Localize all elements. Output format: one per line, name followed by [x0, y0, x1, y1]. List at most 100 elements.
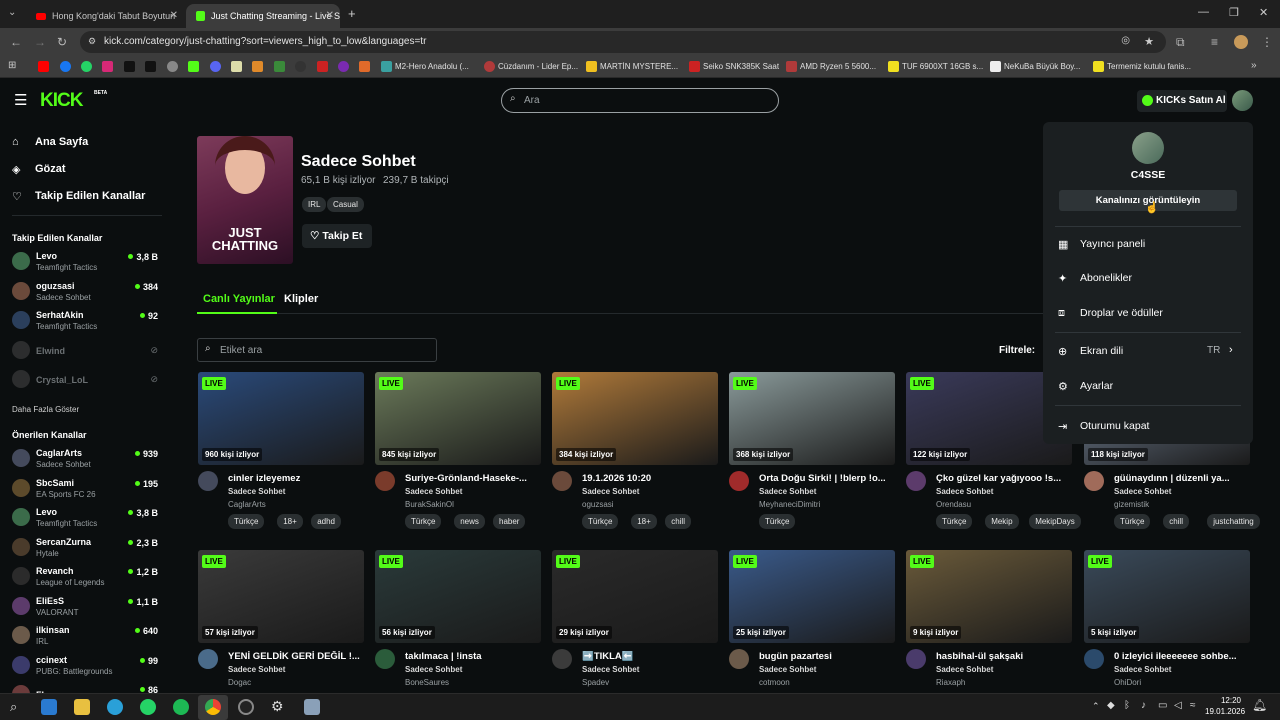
menu-item-drops[interactable]: Droplar ve ödüller: [1080, 307, 1163, 319]
sidebar-channel-row[interactable]: SbcSami EA Sports FC 26 195: [0, 478, 170, 502]
microphone-icon[interactable]: ♪: [1141, 700, 1146, 711]
stream-username[interactable]: Dogac: [228, 678, 251, 687]
bookmark-link[interactable]: Termemiz kutulu fanis...: [1107, 62, 1191, 71]
tab-search-icon[interactable]: ⌄: [8, 7, 16, 18]
back-icon[interactable]: ←: [10, 35, 22, 49]
stream-tag[interactable]: chill: [1163, 514, 1189, 529]
stream-category[interactable]: Sadece Sohbet: [1114, 487, 1171, 496]
extensions-icon[interactable]: ⧉: [1176, 35, 1185, 50]
stream-title[interactable]: Suriye-Grönland-Haseke-...: [405, 473, 545, 484]
user-avatar[interactable]: [1232, 90, 1253, 111]
stream-tag[interactable]: Türkçe: [936, 514, 973, 529]
close-icon[interactable]: ✕: [326, 10, 334, 21]
stream-tag[interactable]: adhd: [311, 514, 341, 529]
stream-thumbnail[interactable]: LIVE 960 kişi izliyor: [198, 372, 364, 465]
streamer-avatar[interactable]: [552, 471, 572, 491]
stream-thumbnail[interactable]: LIVE 384 kişi izliyor: [552, 372, 718, 465]
profile-avatar[interactable]: [1234, 35, 1248, 49]
stream-tag[interactable]: Türkçe: [582, 514, 619, 529]
address-bar[interactable]: ⚙ kick.com/category/just-chatting?sort=v…: [80, 31, 1166, 53]
clock-time[interactable]: 12:20: [1205, 696, 1241, 705]
stream-thumbnail[interactable]: LIVE 845 kişi izliyor: [375, 372, 541, 465]
bookmark-icon[interactable]: [1093, 61, 1104, 72]
sidebar-channel-row[interactable]: Crystal_LoL ⊘: [0, 369, 170, 393]
bookmark-icon[interactable]: [990, 61, 1001, 72]
stream-card[interactable]: LIVE 9 kişi izliyor hasbihal-ül şakşaki Sad…: [906, 550, 1072, 700]
stream-title[interactable]: bugün pazartesi: [759, 651, 899, 662]
menu-item-logout[interactable]: Oturumu kapat: [1080, 420, 1149, 432]
close-icon[interactable]: ✕: [170, 10, 178, 21]
streamer-avatar[interactable]: [1084, 471, 1104, 491]
bookmark-link[interactable]: M2-Hero Anadolu (...: [395, 62, 469, 71]
stream-card[interactable]: LIVE 960 kişi izliyor cinler izleyemez Sade…: [198, 372, 364, 529]
menu-kebab-icon[interactable]: ⋮: [1261, 35, 1273, 49]
stream-card[interactable]: LIVE 368 kişi izliyor Orta Doğu Sirki! | !…: [729, 372, 895, 529]
site-info-icon[interactable]: ⚙: [88, 36, 96, 47]
stream-tag[interactable]: haber: [493, 514, 526, 529]
follow-button[interactable]: ♡ Takip Et: [302, 224, 372, 248]
stream-username[interactable]: oguzsasi: [582, 500, 614, 509]
bookmark-link[interactable]: NeKuBa Büyük Boy...: [1004, 62, 1080, 71]
stream-tag[interactable]: Türkçe: [1114, 514, 1151, 529]
stream-username[interactable]: OhiDori: [1114, 678, 1141, 687]
stream-thumbnail[interactable]: LIVE 57 kişi izliyor: [198, 550, 364, 643]
stream-tag[interactable]: justchatting: [1207, 514, 1260, 529]
sidebar-channel-row[interactable]: ilkinsan IRL 640: [0, 625, 170, 649]
stream-tag[interactable]: Türkçe: [405, 514, 442, 529]
category-tag[interactable]: IRL: [302, 197, 327, 212]
stream-category[interactable]: Sadece Sohbet: [582, 665, 639, 674]
stream-title[interactable]: Çko güzel kar yağıyooo !s...: [936, 473, 1076, 484]
sidebar-channel-row[interactable]: Revanch League of Legends 1,2 B: [0, 566, 170, 590]
streamer-avatar[interactable]: [375, 649, 395, 669]
stream-username[interactable]: Spadev: [582, 678, 609, 687]
network-icon[interactable]: ▭: [1158, 700, 1167, 711]
eye-off-icon[interactable]: ◎: [1121, 35, 1130, 46]
sidebar-channel-row[interactable]: EliEsS VALORANT 1,1 B: [0, 596, 170, 620]
menu-item-display-language[interactable]: Ekran dili: [1080, 345, 1123, 357]
stream-title[interactable]: güünaydınn | düzenli ya...: [1114, 473, 1254, 484]
streamer-avatar[interactable]: [198, 649, 218, 669]
discord-icon[interactable]: [210, 61, 221, 72]
bookmark-link[interactable]: AMD Ryzen 5 5600...: [800, 62, 876, 71]
volume-icon[interactable]: ◁: [1174, 700, 1182, 711]
bookmark-icon[interactable]: [317, 61, 328, 72]
stream-card[interactable]: LIVE 57 kişi izliyor YENİ GELDİK GERİ DEĞİ…: [198, 550, 364, 700]
stream-title[interactable]: YENİ GELDİK GERİ DEĞİL !...: [228, 651, 368, 662]
buy-kicks-button[interactable]: KICKs Satın Al: [1137, 90, 1227, 112]
bookmark-icon[interactable]: [231, 61, 242, 72]
tab-kick[interactable]: Just Chatting Streaming - Live S ✕: [186, 4, 340, 28]
streamer-avatar[interactable]: [198, 471, 218, 491]
stream-category[interactable]: Sadece Sohbet: [582, 487, 639, 496]
show-more-link[interactable]: Daha Fazla Göster: [12, 405, 79, 414]
obs-icon[interactable]: [238, 699, 254, 715]
streamer-avatar[interactable]: [729, 649, 749, 669]
tiktok-icon[interactable]: [124, 61, 135, 72]
sidebar-channel-row[interactable]: CaglarArts Sadece Sohbet 939: [0, 448, 170, 472]
sidebar-channel-row[interactable]: SercanZurna Hytale 2,3 B: [0, 537, 170, 561]
stream-title[interactable]: ➡️TIKLA⬅️: [582, 651, 722, 662]
tab-youtube[interactable]: Hong Kong'daki Tabut Boyutun ✕: [26, 4, 184, 28]
stream-category[interactable]: Sadece Sohbet: [759, 665, 816, 674]
sidebar-channel-row[interactable]: Levo Teamfight Tactics 3,8 B: [0, 251, 170, 275]
app-icon[interactable]: [304, 699, 320, 715]
bookmark-icon[interactable]: [689, 61, 700, 72]
minimize-icon[interactable]: —: [1198, 6, 1209, 18]
stream-card[interactable]: LIVE 384 kişi izliyor 19.1.2026 10:20 Sadec…: [552, 372, 718, 529]
tray-icon[interactable]: ◆: [1107, 700, 1115, 711]
forward-icon[interactable]: →: [34, 35, 46, 49]
stream-category[interactable]: Sadece Sohbet: [936, 665, 993, 674]
stream-thumbnail[interactable]: LIVE 5 kişi izliyor: [1084, 550, 1250, 643]
streamer-avatar[interactable]: [906, 471, 926, 491]
apps-grid-icon[interactable]: ⊞: [8, 60, 16, 71]
kick-logo[interactable]: KICK: [40, 90, 83, 112]
instagram-icon[interactable]: [102, 61, 113, 72]
stream-thumbnail[interactable]: LIVE 29 kişi izliyor: [552, 550, 718, 643]
stream-username[interactable]: Riaxaph: [936, 678, 965, 687]
whatsapp-icon[interactable]: [81, 61, 92, 72]
search-input[interactable]: ⌕ Ara: [501, 88, 779, 113]
menu-item-settings[interactable]: Ayarlar: [1080, 380, 1113, 392]
sidebar-channel-row[interactable]: ccinext PUBG: Battlegrounds 99: [0, 655, 170, 679]
stream-card[interactable]: LIVE 5 kişi izliyor 0 izleyici ileeeeeee s…: [1084, 550, 1250, 700]
stream-tag[interactable]: Türkçe: [759, 514, 796, 529]
clock-date[interactable]: 19.01.2026: [1205, 707, 1245, 716]
